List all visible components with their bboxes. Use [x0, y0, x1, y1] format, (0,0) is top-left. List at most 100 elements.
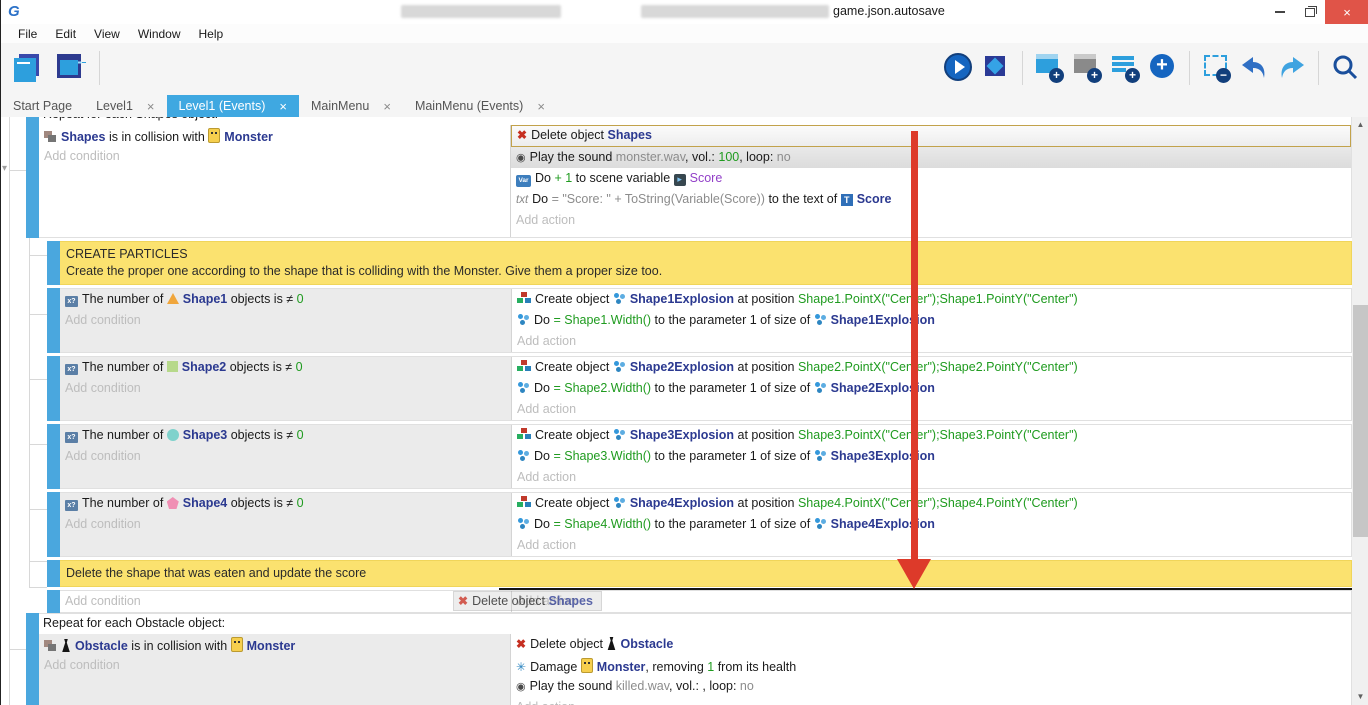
condition-row[interactable]: Add condition: [60, 591, 511, 612]
collision-icon: [44, 130, 57, 142]
tab-level1[interactable]: Level1×: [84, 95, 166, 117]
condition-row[interactable]: x?The number of Shape4 objects is ≠ 0: [60, 493, 511, 514]
undo-icon[interactable]: [1238, 51, 1270, 85]
text-segment: Shape2: [182, 360, 226, 374]
menu-help[interactable]: Help: [190, 25, 233, 43]
add-object-icon[interactable]: [1147, 51, 1179, 85]
text-segment: Obstacle: [621, 637, 674, 651]
add-subevent-icon[interactable]: +: [1071, 51, 1103, 85]
action-row[interactable]: Create object Shape1Explosion at positio…: [512, 289, 1351, 310]
redo-icon[interactable]: [1276, 51, 1308, 85]
empty-subevent[interactable]: Add conditionAdd action✖Delete object Sh…: [47, 590, 1352, 613]
add-comment-icon[interactable]: +: [1109, 51, 1141, 85]
tab-start-page[interactable]: Start Page: [1, 95, 84, 117]
action-row[interactable]: Create object Shape3Explosion at positio…: [512, 425, 1351, 446]
event-block[interactable]: x?The number of Shape3 objects is ≠ 0Add…: [47, 424, 1352, 489]
event-block[interactable]: x?The number of Shape1 objects is ≠ 0Add…: [47, 288, 1352, 353]
action-row[interactable]: ◉Play the sound monster.wav, vol.: 100, …: [511, 147, 1351, 168]
conditions-column: x?The number of Shape2 objects is ≠ 0Add…: [60, 357, 511, 420]
text-segment: Create object: [535, 428, 613, 442]
scroll-up-icon[interactable]: ▲: [1352, 117, 1368, 133]
delete-icon: ✖: [458, 594, 468, 606]
action-row[interactable]: Add action: [512, 331, 1351, 352]
text-segment: Shape3: [183, 428, 227, 442]
event-block[interactable]: x?The number of Shape4 objects is ≠ 0Add…: [47, 492, 1352, 557]
delete-selection-icon[interactable]: −: [1200, 51, 1232, 85]
condition-row[interactable]: Add condition: [60, 514, 511, 535]
action-row[interactable]: Add action: [512, 535, 1351, 556]
blurred-title-text: [401, 5, 561, 18]
action-row[interactable]: Add action: [512, 399, 1351, 420]
action-row[interactable]: ✳Damage Monster, removing 1 from its hea…: [511, 655, 1351, 676]
scrollbar-thumb[interactable]: [1353, 305, 1368, 537]
tab-close-icon[interactable]: ×: [537, 99, 545, 114]
condition-row[interactable]: Add condition: [60, 310, 511, 331]
vertical-scrollbar[interactable]: ▲ ▼: [1352, 117, 1368, 705]
condition-row[interactable]: Add condition: [60, 378, 511, 399]
event-bar: [47, 356, 60, 421]
tab-mainmenu-events-[interactable]: MainMenu (Events)×: [403, 95, 557, 117]
text-segment: 0: [296, 360, 303, 374]
tree-line: [29, 255, 47, 256]
action-row[interactable]: Do = Shape1.Width() to the parameter 1 o…: [512, 310, 1351, 331]
minimize-button[interactable]: [1265, 0, 1295, 24]
text-segment: Shape1Explosion: [630, 292, 734, 306]
tab-level1-events-[interactable]: Level1 (Events)×: [167, 95, 299, 117]
text-segment: , loop:: [739, 150, 777, 164]
project-manager-icon[interactable]: [11, 51, 43, 85]
tab-mainmenu[interactable]: MainMenu×: [299, 95, 403, 117]
menu-window[interactable]: Window: [129, 25, 190, 43]
text-segment: to scene variable: [572, 171, 673, 185]
delete-icon: ✖: [517, 128, 527, 140]
action-row[interactable]: ✖Delete object Shapes: [511, 125, 1351, 147]
condition-row[interactable]: x?The number of Shape3 objects is ≠ 0: [60, 425, 511, 446]
text-segment: monster.wav: [616, 150, 685, 164]
play-icon[interactable]: [942, 51, 974, 85]
scroll-down-icon[interactable]: ▼: [1352, 689, 1368, 705]
action-row[interactable]: Create object Shape2Explosion at positio…: [512, 357, 1351, 378]
action-row[interactable]: ◉Play the sound killed.wav, vol.: , loop…: [511, 676, 1351, 697]
restore-button[interactable]: [1295, 0, 1325, 24]
event-block[interactable]: x?The number of Shape2 objects is ≠ 0Add…: [47, 356, 1352, 421]
condition-row[interactable]: Add condition: [60, 446, 511, 467]
menu-edit[interactable]: Edit: [46, 25, 85, 43]
debug-icon[interactable]: [980, 51, 1012, 85]
menu-file[interactable]: File: [9, 25, 46, 43]
shape1-icon: [167, 293, 179, 304]
action-row[interactable]: Do = Shape3.Width() to the parameter 1 o…: [512, 446, 1351, 467]
menu-view[interactable]: View: [85, 25, 129, 43]
condition-row[interactable]: Obstacle is in collision with Monster: [39, 634, 510, 655]
particle-icon: [814, 313, 827, 325]
action-row[interactable]: txtDo = "Score: " + ToString(Variable(Sc…: [511, 189, 1351, 210]
action-row[interactable]: Add action: [512, 591, 1351, 612]
condition-row[interactable]: Add condition: [39, 146, 510, 167]
text-segment: 100: [718, 150, 739, 164]
search-icon[interactable]: [1329, 51, 1361, 85]
condition-row[interactable]: Add condition: [39, 655, 510, 676]
condition-row[interactable]: Shapes is in collision with Monster: [39, 125, 510, 146]
condition-row[interactable]: x?The number of Shape1 objects is ≠ 0: [60, 289, 511, 310]
scene-editor-icon[interactable]: [53, 51, 85, 85]
add-event-icon[interactable]: +: [1033, 51, 1065, 85]
tab-close-icon[interactable]: ×: [147, 99, 155, 114]
comment-block[interactable]: Delete the shape that was eaten and upda…: [47, 560, 1352, 587]
action-row[interactable]: Do = Shape2.Width() to the parameter 1 o…: [512, 378, 1351, 399]
event-block[interactable]: Repeat for each Obstacle object:Obstacle…: [26, 613, 1352, 705]
collapse-arrow-icon[interactable]: ▾: [2, 163, 7, 174]
action-row[interactable]: VarDo + 1 to scene variable ▸Score: [511, 168, 1351, 189]
particle-icon: [613, 292, 626, 304]
comment-block[interactable]: CREATE PARTICLESCreate the proper one ac…: [47, 241, 1352, 285]
action-row[interactable]: ✖Delete object Obstacle: [511, 634, 1351, 655]
gdevelop-logo-icon: G: [8, 3, 25, 20]
event-block[interactable]: Repeat for each Shapes object:Shapes is …: [26, 117, 1352, 238]
action-row[interactable]: Add action: [511, 697, 1351, 705]
tab-close-icon[interactable]: ×: [383, 99, 391, 114]
action-row[interactable]: Add action: [512, 467, 1351, 488]
text-segment: Create object: [535, 292, 613, 306]
action-row[interactable]: Add action: [511, 210, 1351, 231]
tab-close-icon[interactable]: ×: [279, 99, 287, 114]
condition-row[interactable]: x?The number of Shape2 objects is ≠ 0: [60, 357, 511, 378]
action-row[interactable]: Create object Shape4Explosion at positio…: [512, 493, 1351, 514]
close-button[interactable]: ×: [1325, 0, 1368, 24]
action-row[interactable]: Do = Shape4.Width() to the parameter 1 o…: [512, 514, 1351, 535]
